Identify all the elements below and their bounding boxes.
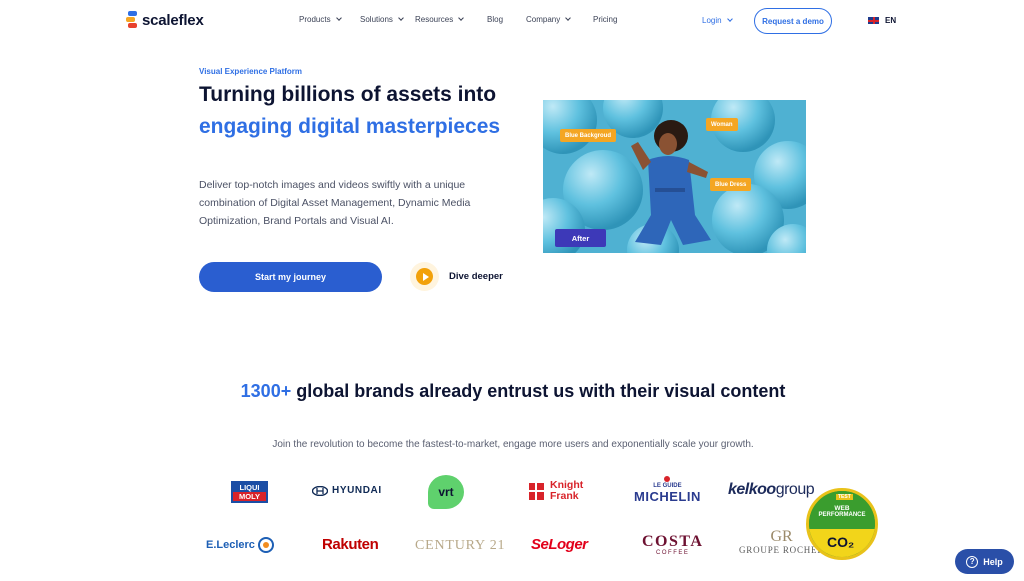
badge-test-label: TEST: [836, 494, 853, 500]
logo-text: MICHELIN: [634, 489, 701, 504]
seloger-logo: SeLoger: [531, 536, 588, 553]
start-journey-button[interactable]: Start my journey: [199, 262, 382, 292]
language-selector[interactable]: EN: [868, 16, 896, 25]
uk-flag-icon: [868, 17, 879, 24]
brand-logo[interactable]: scaleflex: [126, 11, 204, 29]
badge-co2-label: CO₂: [827, 534, 855, 550]
top-nav: scaleflex Products Solutions Resources B…: [0, 0, 1024, 42]
badge-performance-label: PERFORMANCE: [818, 512, 866, 518]
headline-text: Turning billions of assets into: [199, 83, 497, 106]
menu-label: Products: [299, 15, 331, 24]
brand-name: scaleflex: [142, 11, 204, 29]
brands-title-text: global brands already entrust us with th…: [291, 381, 786, 401]
badge-web-label: WEB: [834, 505, 850, 512]
dive-deeper-button[interactable]: Dive deeper: [410, 262, 503, 291]
web-performance-badge[interactable]: TEST WEB PERFORMANCE CO₂: [806, 488, 878, 560]
rakuten-logo: Rakuten: [322, 536, 379, 553]
knight-frank-logo: Knight Frank: [527, 480, 583, 502]
help-label: Help: [983, 556, 1003, 567]
logo-text: kelkoo: [728, 481, 776, 498]
question-icon: ?: [966, 555, 979, 568]
logo-text: Rakuten: [322, 536, 379, 553]
logo-text: vrt: [438, 485, 454, 499]
chevron-down-icon: [565, 15, 572, 21]
logo-text: SeLoger: [531, 536, 588, 553]
menu-item-blog[interactable]: Blog: [487, 15, 526, 24]
menu-label: Blog: [487, 15, 504, 24]
play-icon: [416, 268, 433, 285]
brands-count: 1300+: [240, 381, 292, 401]
hero-description: Deliver top-notch images and videos swif…: [199, 179, 471, 227]
main-menu: Products Solutions Resources Blog Compan…: [299, 15, 617, 24]
menu-label: Solutions: [360, 15, 393, 24]
hero-eyebrow: Visual Experience Platform: [199, 67, 303, 76]
brands-title: 1300+ global brands already entrust us w…: [200, 378, 826, 404]
login-label: Login: [702, 16, 722, 25]
chevron-down-icon: [458, 15, 465, 21]
logo-text: GR: [770, 528, 793, 545]
leclerc-logo: E.Leclerc: [206, 537, 274, 553]
kelkoo-group-logo: kelkoo group: [728, 481, 815, 499]
brands-subtitle: Join the revolution to become the fastes…: [272, 439, 754, 450]
ai-tag-blue-dress: Blue Dress: [710, 178, 752, 191]
knight-frank-text: Knight Frank: [550, 480, 583, 502]
menu-item-resources[interactable]: Resources: [415, 15, 487, 24]
menu-label: Pricing: [593, 15, 618, 24]
scaleflex-logo-icon: [126, 11, 137, 29]
language-label: EN: [885, 16, 897, 25]
hyundai-logo: HYUNDAI: [312, 485, 382, 496]
menu-label: Resources: [415, 15, 454, 24]
login-link[interactable]: Login: [702, 16, 733, 25]
menu-item-company[interactable]: Company: [526, 15, 593, 24]
logo-text: E.Leclerc: [206, 539, 255, 551]
leclerc-emblem-icon: [257, 537, 274, 553]
michelin-logo: LE GUIDE MICHELIN: [634, 476, 701, 504]
hero-headline: Turning billions of assets into engaging…: [199, 79, 519, 143]
play-icon-ring: [410, 262, 439, 291]
chevron-down-icon: [335, 15, 342, 21]
dive-deeper-label: Dive deeper: [449, 271, 503, 282]
ai-tag-woman: Woman: [706, 118, 738, 131]
chevron-down-icon: [726, 16, 733, 22]
menu-item-pricing[interactable]: Pricing: [593, 15, 617, 24]
logo-text: COFFEE: [656, 550, 690, 556]
liqui-moly-logo: LIQUI MOLY: [231, 481, 268, 503]
costa-coffee-logo: COSTA COFFEE: [642, 533, 704, 557]
logo-text: Frank: [550, 490, 579, 502]
ai-tag-blue-background: Blue Backgroud: [560, 129, 617, 142]
vrt-logo: vrt: [428, 475, 464, 509]
logo-text: LIQUI: [233, 483, 266, 492]
michelin-star-icon: [664, 476, 671, 482]
request-demo-button[interactable]: Request a demo: [754, 8, 832, 34]
century21-logo: CENTURY 21: [415, 538, 505, 554]
logo-text: HYUNDAI: [332, 485, 382, 496]
page: scaleflex Products Solutions Resources B…: [0, 0, 1024, 581]
menu-label: Company: [526, 15, 561, 24]
help-button[interactable]: ? Help: [955, 549, 1014, 574]
after-badge: After: [555, 229, 606, 247]
logo-text: CENTURY 21: [415, 538, 506, 553]
hyundai-emblem-icon: [312, 485, 328, 496]
headline-accent: engaging digital masterpieces: [199, 115, 501, 138]
chevron-down-icon: [398, 15, 404, 21]
logo-text: MOLY: [233, 492, 266, 501]
menu-item-solutions[interactable]: Solutions: [360, 15, 415, 24]
menu-item-products[interactable]: Products: [299, 15, 360, 24]
knight-frank-emblem-icon: [529, 482, 544, 500]
logo-text: COSTA: [642, 533, 704, 550]
